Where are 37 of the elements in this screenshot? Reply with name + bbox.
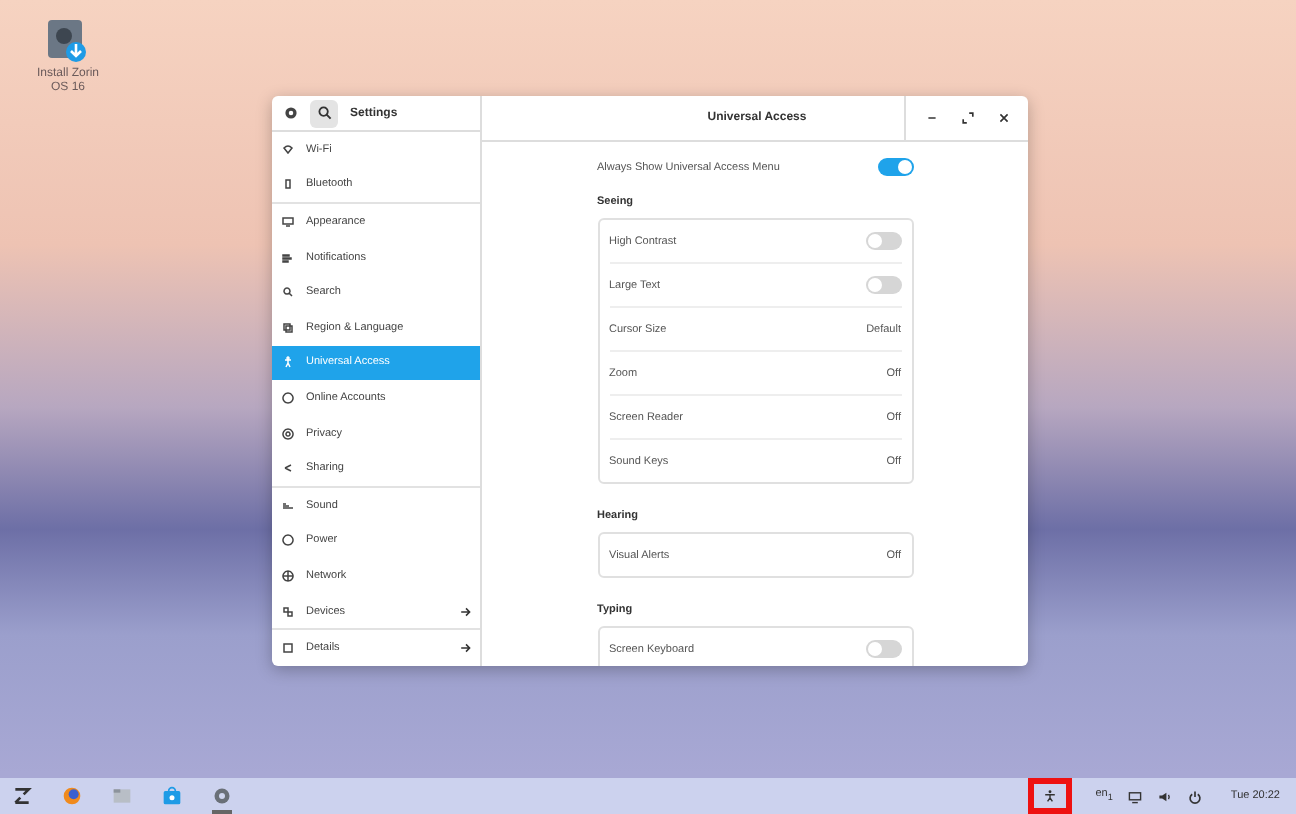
toggle-switch[interactable] xyxy=(877,158,913,176)
close-icon[interactable] xyxy=(998,112,1010,124)
category-icon xyxy=(282,427,294,440)
category-icon xyxy=(282,605,294,618)
category-icon xyxy=(282,499,294,512)
search-button[interactable] xyxy=(310,99,338,128)
category-icon xyxy=(282,462,294,475)
accessibility-icon xyxy=(1043,790,1056,802)
browser-icon[interactable] xyxy=(62,786,82,806)
category-icon xyxy=(282,143,294,156)
category-icon xyxy=(282,286,294,299)
installer-drive-icon[interactable] xyxy=(48,20,88,64)
search-icon xyxy=(317,106,331,121)
category-icon xyxy=(282,251,294,264)
gear-icon xyxy=(284,106,298,121)
category-icon xyxy=(282,216,294,229)
volume-icon[interactable] xyxy=(1158,789,1173,803)
power-icon[interactable] xyxy=(1188,789,1203,803)
category-icon xyxy=(282,642,294,655)
arrow-icon xyxy=(460,605,472,618)
gear-icon[interactable] xyxy=(212,786,232,806)
category-icon xyxy=(282,178,294,191)
toggle-switch[interactable] xyxy=(865,640,901,658)
toggle-switch[interactable] xyxy=(865,276,901,294)
accessibility-tray-button[interactable] xyxy=(1027,778,1072,814)
minimize-icon[interactable] xyxy=(926,112,938,124)
category-icon xyxy=(282,570,294,583)
category-icon xyxy=(282,534,294,547)
shopping-bag-icon[interactable] xyxy=(162,786,182,806)
display-icon[interactable] xyxy=(1128,789,1143,803)
zorin-logo-icon[interactable] xyxy=(12,786,32,806)
category-icon xyxy=(282,392,294,405)
category-icon xyxy=(282,321,294,334)
arrow-icon xyxy=(460,642,472,655)
toggle-switch[interactable] xyxy=(865,232,901,250)
category-icon xyxy=(282,356,294,369)
maximize-icon[interactable] xyxy=(962,112,974,124)
